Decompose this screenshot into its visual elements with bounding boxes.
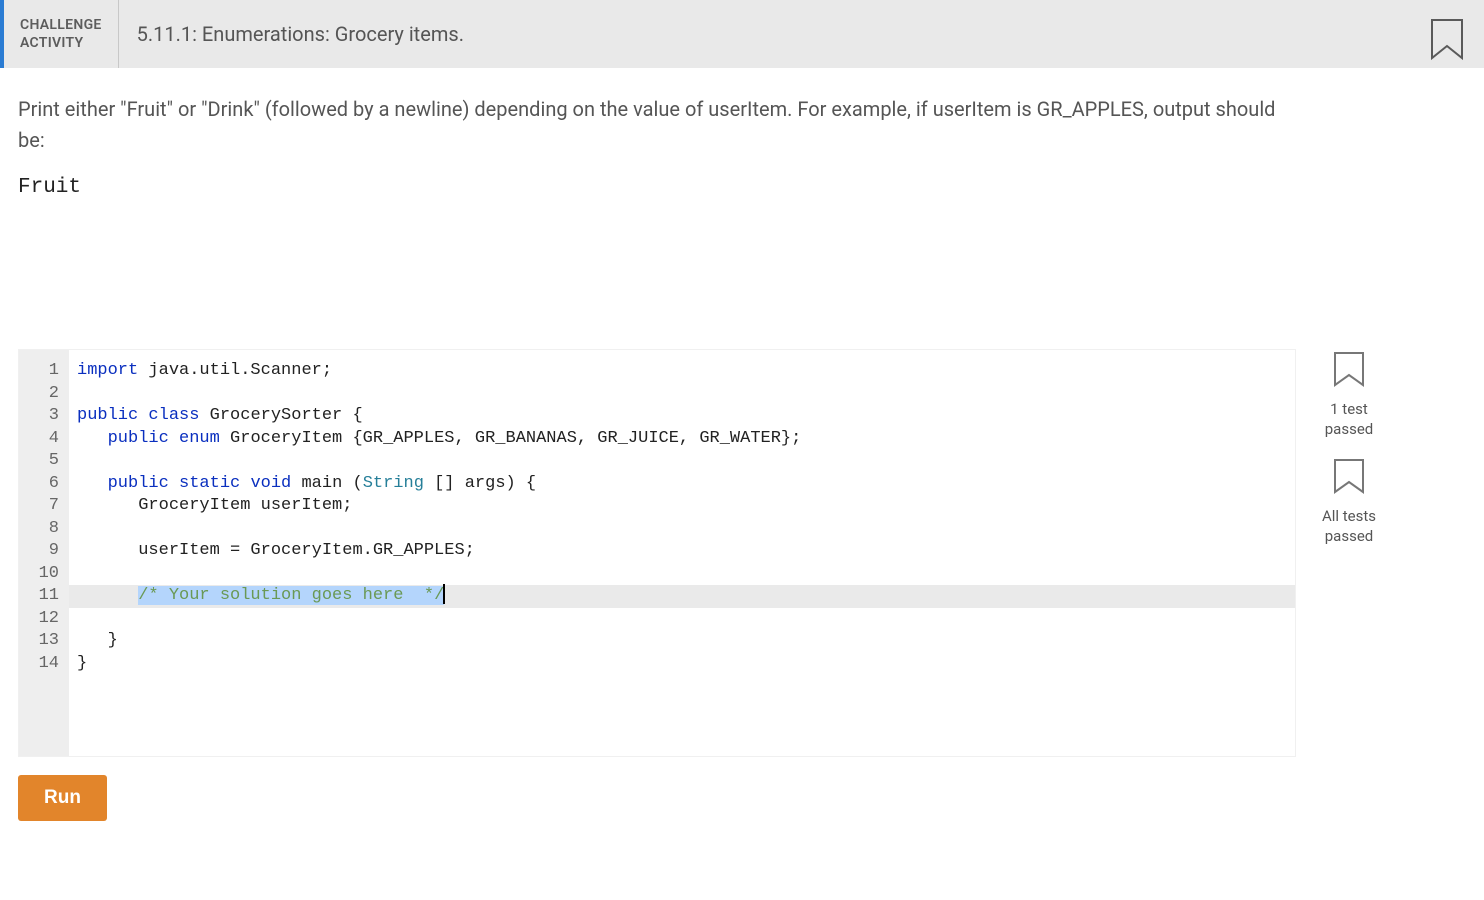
line-number: 10 bbox=[19, 563, 69, 586]
activity-description: Print either "Fruit" or "Drink" (followe… bbox=[0, 68, 1300, 162]
challenge-badge: CHALLENGE ACTIVITY bbox=[4, 0, 119, 68]
code-line[interactable]: userItem = GroceryItem.GR_APPLES; bbox=[69, 540, 1295, 563]
line-number: 12 bbox=[19, 608, 69, 631]
one-test-label: 1 test passed bbox=[1325, 399, 1373, 440]
shield-icon bbox=[1332, 458, 1366, 500]
line-number: 4 bbox=[19, 428, 69, 451]
challenge-badge-line2: ACTIVITY bbox=[20, 34, 102, 52]
shield-icon bbox=[1332, 351, 1366, 393]
all-tests-label: All tests passed bbox=[1322, 506, 1376, 547]
line-number: 11 bbox=[19, 585, 69, 608]
code-line[interactable] bbox=[69, 450, 1295, 473]
challenge-badge-line1: CHALLENGE bbox=[20, 16, 102, 34]
line-number: 5 bbox=[19, 450, 69, 473]
editor-area: 1234567891011121314 import java.util.Sca… bbox=[18, 349, 1466, 757]
activity-title: 5.11.1: Enumerations: Grocery items. bbox=[119, 0, 482, 68]
line-number: 9 bbox=[19, 540, 69, 563]
activity-header: CHALLENGE ACTIVITY 5.11.1: Enumerations:… bbox=[0, 0, 1484, 68]
example-output: Fruit bbox=[0, 162, 1484, 199]
line-number: 1 bbox=[19, 360, 69, 383]
test-status-column: 1 test passed All tests passed bbox=[1310, 349, 1388, 564]
bookmark-icon[interactable] bbox=[1428, 18, 1466, 66]
code-line[interactable] bbox=[69, 383, 1295, 406]
code-line[interactable]: public class GrocerySorter { bbox=[69, 405, 1295, 428]
code-line[interactable] bbox=[69, 518, 1295, 541]
line-number: 7 bbox=[19, 495, 69, 518]
one-test-status: 1 test passed bbox=[1310, 351, 1388, 440]
code-line[interactable] bbox=[69, 563, 1295, 586]
code-line[interactable] bbox=[69, 608, 1295, 631]
all-tests-status: All tests passed bbox=[1310, 458, 1388, 547]
code-line[interactable]: } bbox=[69, 630, 1295, 653]
line-number: 6 bbox=[19, 473, 69, 496]
line-number: 13 bbox=[19, 630, 69, 653]
code-line[interactable]: /* Your solution goes here */ bbox=[69, 585, 1295, 608]
run-row: Run bbox=[0, 757, 1484, 839]
code-line[interactable]: } bbox=[69, 653, 1295, 676]
code-content[interactable]: import java.util.Scanner; public class Gr… bbox=[69, 350, 1295, 756]
line-number: 14 bbox=[19, 653, 69, 676]
code-line[interactable]: GroceryItem userItem; bbox=[69, 495, 1295, 518]
line-number-gutter: 1234567891011121314 bbox=[19, 350, 69, 756]
code-line[interactable]: public static void main (String [] args)… bbox=[69, 473, 1295, 496]
code-line[interactable]: import java.util.Scanner; bbox=[69, 360, 1295, 383]
text-cursor bbox=[443, 584, 445, 604]
line-number: 8 bbox=[19, 518, 69, 541]
code-editor[interactable]: 1234567891011121314 import java.util.Sca… bbox=[18, 349, 1296, 757]
run-button[interactable]: Run bbox=[18, 775, 107, 821]
line-number: 2 bbox=[19, 383, 69, 406]
code-line[interactable]: public enum GroceryItem {GR_APPLES, GR_B… bbox=[69, 428, 1295, 451]
line-number: 3 bbox=[19, 405, 69, 428]
